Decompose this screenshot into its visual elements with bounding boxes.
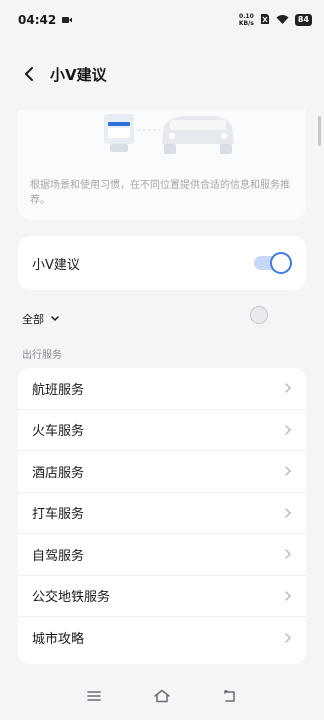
- menu-icon[interactable]: [82, 684, 106, 708]
- status-left: 04:42: [18, 13, 73, 27]
- battery-indicator: 84: [294, 14, 312, 26]
- filter-label: 全部: [22, 313, 44, 326]
- item-label: 打车服务: [32, 507, 85, 523]
- back-arrow-icon[interactable]: [18, 63, 40, 85]
- system-nav-bar: [0, 672, 324, 720]
- list-item-hotel-service[interactable]: 酒店服务: [18, 451, 306, 493]
- status-time: 04:42: [18, 13, 57, 27]
- back-nav-icon[interactable]: [218, 684, 242, 708]
- page-title: 小V建议: [50, 65, 107, 84]
- chevron-down-icon: [50, 315, 60, 323]
- toggle-label: 小V建议: [32, 257, 80, 273]
- section-title: 出行服务: [22, 350, 62, 361]
- chevron-right-icon: [284, 632, 292, 644]
- status-right: 0.10 KB/s 84: [239, 13, 312, 28]
- intro-description: 根据场景和使用习惯，在不同位置提供合适的信息和服务推荐。: [30, 180, 290, 206]
- item-label: 航班服务: [32, 382, 85, 398]
- home-icon[interactable]: [150, 684, 174, 708]
- xiaov-suggestion-switch[interactable]: [254, 252, 292, 274]
- services-list: 航班服务 火车服务 酒店服务 打车服务 自驾服务 公交地铁服务 城市攻略: [18, 368, 306, 664]
- list-item-city-guide[interactable]: 城市攻略: [18, 617, 306, 659]
- settings-scroll-area[interactable]: 根据场景和使用习惯，在不同位置提供合适的信息和服务推荐。 小V建议 全部 出行服…: [0, 110, 324, 666]
- chevron-right-icon: [284, 507, 292, 519]
- list-item-train-service[interactable]: 火车服务: [18, 410, 306, 451]
- item-label: 自驾服务: [32, 548, 85, 564]
- no-sim-icon: [260, 13, 270, 28]
- switch-knob: [270, 252, 292, 274]
- chevron-right-icon: [284, 465, 292, 477]
- item-label: 城市攻略: [32, 632, 85, 648]
- wifi-icon: [276, 13, 289, 27]
- xiaov-suggestion-toggle-row[interactable]: 小V建议: [18, 236, 306, 290]
- select-all-radio[interactable]: [250, 306, 268, 324]
- phone-car-illustration: [98, 114, 238, 160]
- status-bar: 04:42 0.10 KB/s 84: [0, 0, 324, 40]
- item-label: 酒店服务: [32, 465, 85, 481]
- list-item-transit-service[interactable]: 公交地铁服务: [18, 576, 306, 617]
- chevron-right-icon: [284, 590, 292, 602]
- video-record-icon: [62, 13, 73, 27]
- net-speed: 0.10 KB/s: [239, 13, 254, 27]
- item-label: 火车服务: [32, 424, 85, 440]
- filter-dropdown[interactable]: 全部: [22, 306, 272, 332]
- list-item-taxi-service[interactable]: 打车服务: [18, 493, 306, 534]
- chevron-right-icon: [284, 548, 292, 560]
- header: 小V建议: [0, 52, 324, 96]
- scrollbar[interactable]: [318, 116, 321, 146]
- item-label: 公交地铁服务: [32, 590, 111, 606]
- net-speed-unit: KB/s: [238, 20, 254, 27]
- list-item-driving-service[interactable]: 自驾服务: [18, 534, 306, 576]
- chevron-right-icon: [284, 424, 292, 436]
- intro-card: 根据场景和使用习惯，在不同位置提供合适的信息和服务推荐。: [18, 110, 306, 220]
- chevron-right-icon: [284, 382, 292, 394]
- list-item-flight-service[interactable]: 航班服务: [18, 368, 306, 410]
- net-speed-value: 0.10: [238, 13, 254, 20]
